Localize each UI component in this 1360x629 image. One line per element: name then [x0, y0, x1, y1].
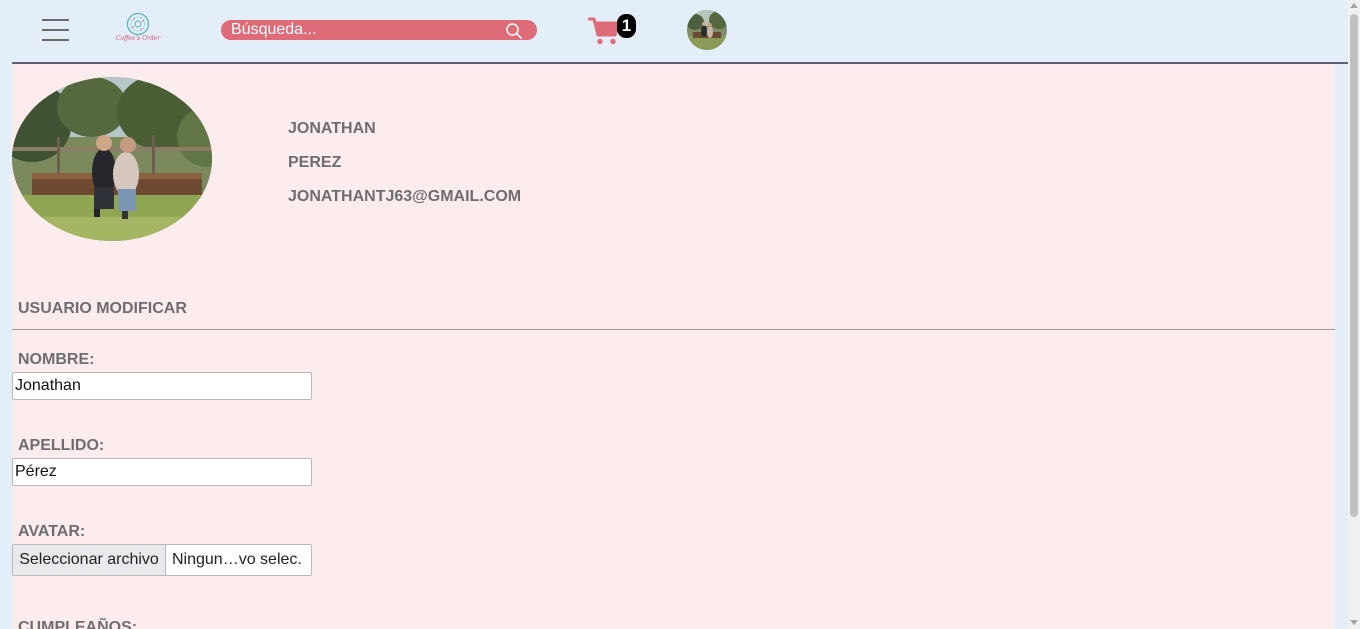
- donut-logo-icon: [126, 12, 150, 36]
- search-bar: [221, 20, 537, 40]
- avatar-photo: [687, 10, 727, 50]
- page: Coffee's Order 1: [0, 0, 1360, 629]
- form-divider: [12, 329, 1335, 330]
- scroll-up-arrow-icon[interactable]: [1350, 3, 1358, 8]
- top-navbar: Coffee's Order 1: [0, 0, 1348, 62]
- form-title: USUARIO MODIFICAR: [18, 300, 187, 317]
- file-status-text: Ningun…vo selec.: [172, 551, 302, 568]
- hamburger-menu-icon[interactable]: [42, 18, 70, 42]
- select-file-button[interactable]: Seleccionar archivo: [13, 545, 166, 575]
- cart-count-badge: 1: [617, 14, 636, 38]
- search-input[interactable]: [231, 20, 501, 40]
- profile-panel: JONATHAN PEREZ JONATHANTJ63@GMAIL.COM US…: [12, 64, 1335, 629]
- logo-text: Coffee's Order: [115, 35, 161, 42]
- scroll-thumb[interactable]: [1350, 14, 1358, 517]
- profile-photo-image: [12, 77, 212, 241]
- nombre-label: NOMBRE:: [18, 351, 95, 368]
- avatar-file-input[interactable]: Seleccionar archivo Ningun…vo selec.: [12, 544, 312, 576]
- apellido-field[interactable]: [12, 458, 312, 486]
- menu-bar: [42, 39, 69, 41]
- cumpleanos-label: CUMPLEAÑOS:: [18, 619, 138, 629]
- profile-email: JONATHANTJ63@GMAIL.COM: [288, 188, 522, 205]
- avatar-label: AVATAR:: [18, 523, 86, 540]
- profile-first-name: JONATHAN: [288, 120, 376, 137]
- brand-logo[interactable]: Coffee's Order: [110, 12, 166, 48]
- page-scrollbar[interactable]: [1348, 0, 1360, 629]
- profile-last-name: PEREZ: [288, 154, 342, 171]
- cart-icon[interactable]: [588, 15, 620, 47]
- apellido-label: APELLIDO:: [18, 437, 105, 454]
- scroll-down-arrow-icon[interactable]: [1350, 620, 1358, 625]
- search-icon[interactable]: [505, 22, 523, 40]
- user-avatar[interactable]: [687, 10, 727, 50]
- profile-photo: [12, 77, 212, 241]
- menu-bar: [42, 19, 69, 21]
- nombre-field[interactable]: [12, 372, 312, 400]
- menu-bar: [42, 29, 69, 31]
